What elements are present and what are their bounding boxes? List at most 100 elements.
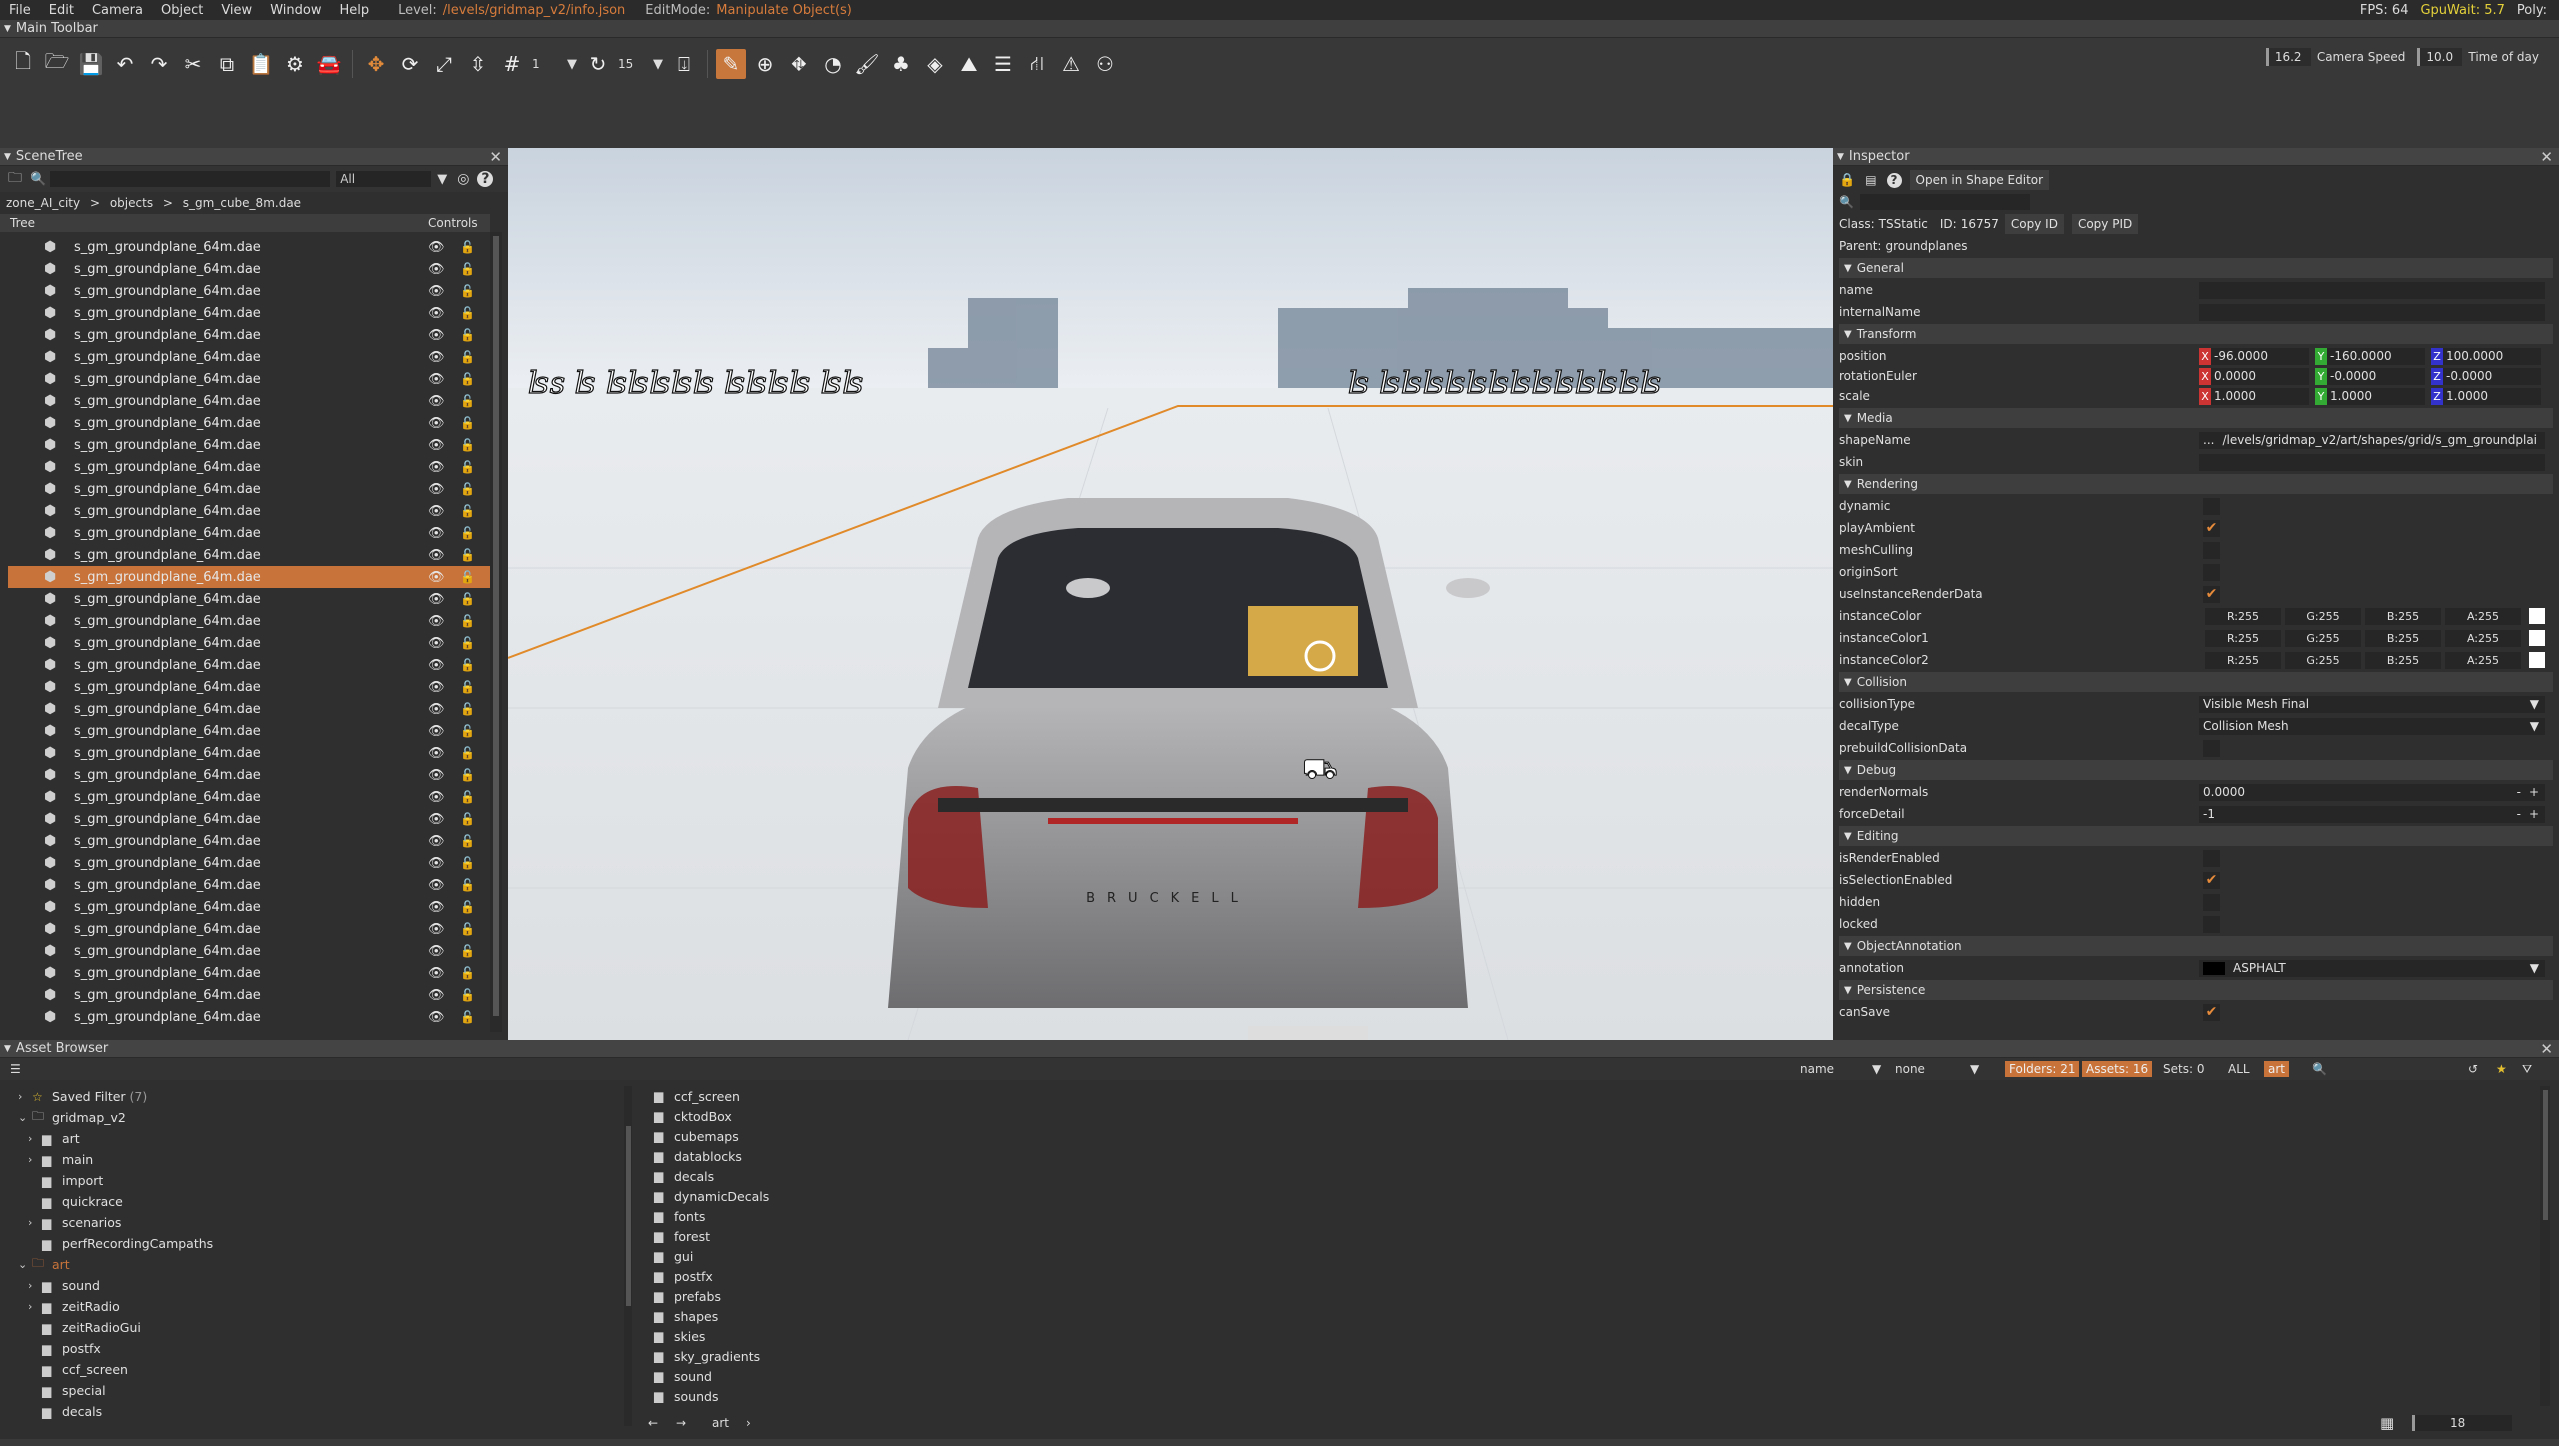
collapse-icon[interactable]: ▼ [4,152,11,162]
cut-icon[interactable]: ✂ [178,49,208,79]
menu-view[interactable]: View [212,3,261,18]
visibility-eye-icon[interactable]: 👁 [428,900,445,915]
locked-checkbox[interactable] [2203,915,2220,933]
open-shape-editor-button[interactable]: Open in Shape Editor [1909,170,2050,190]
undo-icon[interactable]: ↶ [110,49,140,79]
menu-file[interactable]: File [0,3,40,18]
lock-icon[interactable]: 🔓 [460,328,475,342]
breadcrumb-item[interactable]: s_gm_cube_8m.dae [183,196,301,210]
tree-row[interactable]: ⬢ s_gm_groundplane_64m.dae 👁 🔓 [8,390,490,412]
chevron-down-icon[interactable]: ⌄ [18,1111,27,1124]
visibility-eye-icon[interactable]: 👁 [428,878,445,893]
visibility-eye-icon[interactable]: 👁 [428,1010,445,1025]
r-input[interactable]: R:255 [2205,629,2281,647]
decaltype-select[interactable]: Collision Mesh ▼ [2199,717,2545,735]
visibility-eye-icon[interactable]: 👁 [428,636,445,651]
visibility-eye-icon[interactable]: 👁 [428,240,445,255]
lock-icon[interactable]: 🔓 [460,526,475,540]
forcedetail-input[interactable]: -1 - + [2199,805,2545,823]
translate-gizmo-icon[interactable]: ✥ [361,49,391,79]
terrain-paint-icon[interactable]: ⛰ [954,49,984,79]
folder-list-item[interactable]: ▆ cubemaps [650,1126,2530,1146]
close-icon[interactable]: ✕ [2540,1040,2553,1058]
lock-icon[interactable]: 🔓 [460,658,475,672]
lock-icon[interactable]: 🔓 [460,900,475,914]
saved-filter-row[interactable]: › ☆ Saved Filter (7) [6,1086,626,1107]
tree-row[interactable]: ⬢ s_gm_groundplane_64m.dae 👁 🔓 [8,478,490,500]
filter-dropdown-icon[interactable]: ▼ [437,172,447,187]
section-transform[interactable]: ▼ Transform [1839,324,2553,344]
section-persistence[interactable]: ▼ Persistence [1839,980,2553,1000]
star-icon[interactable]: ★ [2496,1062,2507,1076]
tree-folder[interactable]: ▆ quickrace [6,1191,626,1212]
tree-row[interactable]: ⬢ s_gm_groundplane_64m.dae 👁 🔓 [8,258,490,280]
visibility-eye-icon[interactable]: 👁 [428,372,445,387]
visibility-eye-icon[interactable]: 👁 [428,438,445,453]
playambient-checkbox[interactable]: ✔ [2203,519,2220,537]
lock-icon[interactable]: 🔓 [460,702,475,716]
add-group-icon[interactable]: 🗀 [8,167,22,191]
chevron-right-icon[interactable]: › [28,1153,32,1166]
align-bounds-icon[interactable]: ⇳ [463,49,493,79]
tree-row[interactable]: ⬢ s_gm_groundplane_64m.dae 👁 🔓 [8,588,490,610]
sensor-edit-icon[interactable]: ⚇ [1090,49,1120,79]
back-arrow-icon[interactable]: ← [648,1416,658,1430]
lock-icon[interactable]: 🔓 [460,922,475,936]
tree-row[interactable]: ⬢ s_gm_groundplane_64m.dae 👁 🔓 [8,566,490,588]
folder-list-item[interactable]: ▆ cktodBox [650,1106,2530,1126]
lock-icon[interactable]: 🔓 [460,834,475,848]
tree-folder[interactable]: › ▆ main [6,1149,626,1170]
close-icon[interactable]: ✕ [2540,148,2553,166]
visibility-eye-icon[interactable]: 👁 [428,306,445,321]
folder-list-item[interactable]: ▆ skies [650,1326,2530,1346]
visibility-eye-icon[interactable]: 👁 [428,724,445,739]
chevron-right-icon[interactable]: › [746,1416,751,1430]
lock-icon[interactable]: 🔓 [460,592,475,606]
prebuildcollision-checkbox[interactable] [2203,739,2220,757]
filter-funnel-icon[interactable]: ⛛ [2522,1062,2532,1077]
history-icon[interactable]: ↺ [2468,1062,2478,1076]
visibility-eye-icon[interactable]: 👁 [428,592,445,607]
lock-icon[interactable]: 🔓 [460,394,475,408]
lock-icon[interactable]: 🔓 [460,240,475,254]
object-edit-pencil-icon[interactable]: ✎ [716,49,746,79]
help-icon[interactable]: ? [477,171,494,187]
tree-folder[interactable]: › ▆ scenarios [6,1212,626,1233]
tree-row[interactable]: ⬢ s_gm_groundplane_64m.dae 👁 🔓 [8,786,490,808]
visibility-eye-icon[interactable]: 👁 [428,614,445,629]
tree-row[interactable]: ⬢ s_gm_groundplane_64m.dae 👁 🔓 [8,280,490,302]
3d-viewport[interactable]: ʪs ʪ ʪʪʪʪʪ ʪʪʪʪ ʪʪ ʪ ʪʪʪʪʪʪʪʪʪʪʪʪʪ BRUCK… [508,148,1833,1040]
lock-icon[interactable]: 🔓 [460,790,475,804]
redo-icon[interactable]: ↷ [144,49,174,79]
chevron-right-icon[interactable]: › [18,1090,22,1103]
a-input[interactable]: A:255 [2445,607,2521,625]
internalname-input[interactable] [2199,303,2545,321]
scene-tree-filter-select[interactable]: All [336,171,432,187]
position-x-input[interactable]: X -96.0000 [2199,347,2309,365]
lock-icon[interactable]: 🔓 [460,636,475,650]
minus-icon[interactable]: - [2517,807,2521,821]
folder-list-item[interactable]: ▆ fonts [650,1206,2530,1226]
assets-count-badge[interactable]: Assets: 16 [2082,1061,2153,1077]
list-menu-icon[interactable]: ☰ [10,1062,21,1076]
position-y-input[interactable]: Y -160.0000 [2315,347,2425,365]
folder-list-item[interactable]: ▆ gui [650,1246,2530,1266]
scene-tree-scrollbar[interactable] [490,232,502,1032]
visibility-eye-icon[interactable]: 👁 [428,966,445,981]
chevron-down-icon[interactable]: ▼ [1872,1062,1881,1076]
new-file-icon[interactable]: 🗋 [8,49,38,79]
visibility-eye-icon[interactable]: 👁 [428,922,445,937]
plus-icon[interactable]: + [2529,807,2539,821]
folder-list-item[interactable]: ▆ datablocks [650,1146,2530,1166]
copy-id-button[interactable]: Copy ID [2004,214,2064,234]
minus-icon[interactable]: - [2517,785,2521,799]
color-swatch[interactable] [2529,608,2545,624]
scale-gizmo-icon[interactable]: ⤢ [429,49,459,79]
menu-window[interactable]: Window [261,3,330,18]
isselectionenabled-checkbox[interactable]: ✔ [2203,871,2220,889]
meshculling-checkbox[interactable] [2203,541,2220,559]
current-path[interactable]: art [712,1416,729,1430]
search-icon[interactable]: 🔍 [2312,1062,2327,1076]
cansave-checkbox[interactable]: ✔ [2203,1003,2220,1021]
scale-y-input[interactable]: Y 1.0000 [2315,387,2425,405]
